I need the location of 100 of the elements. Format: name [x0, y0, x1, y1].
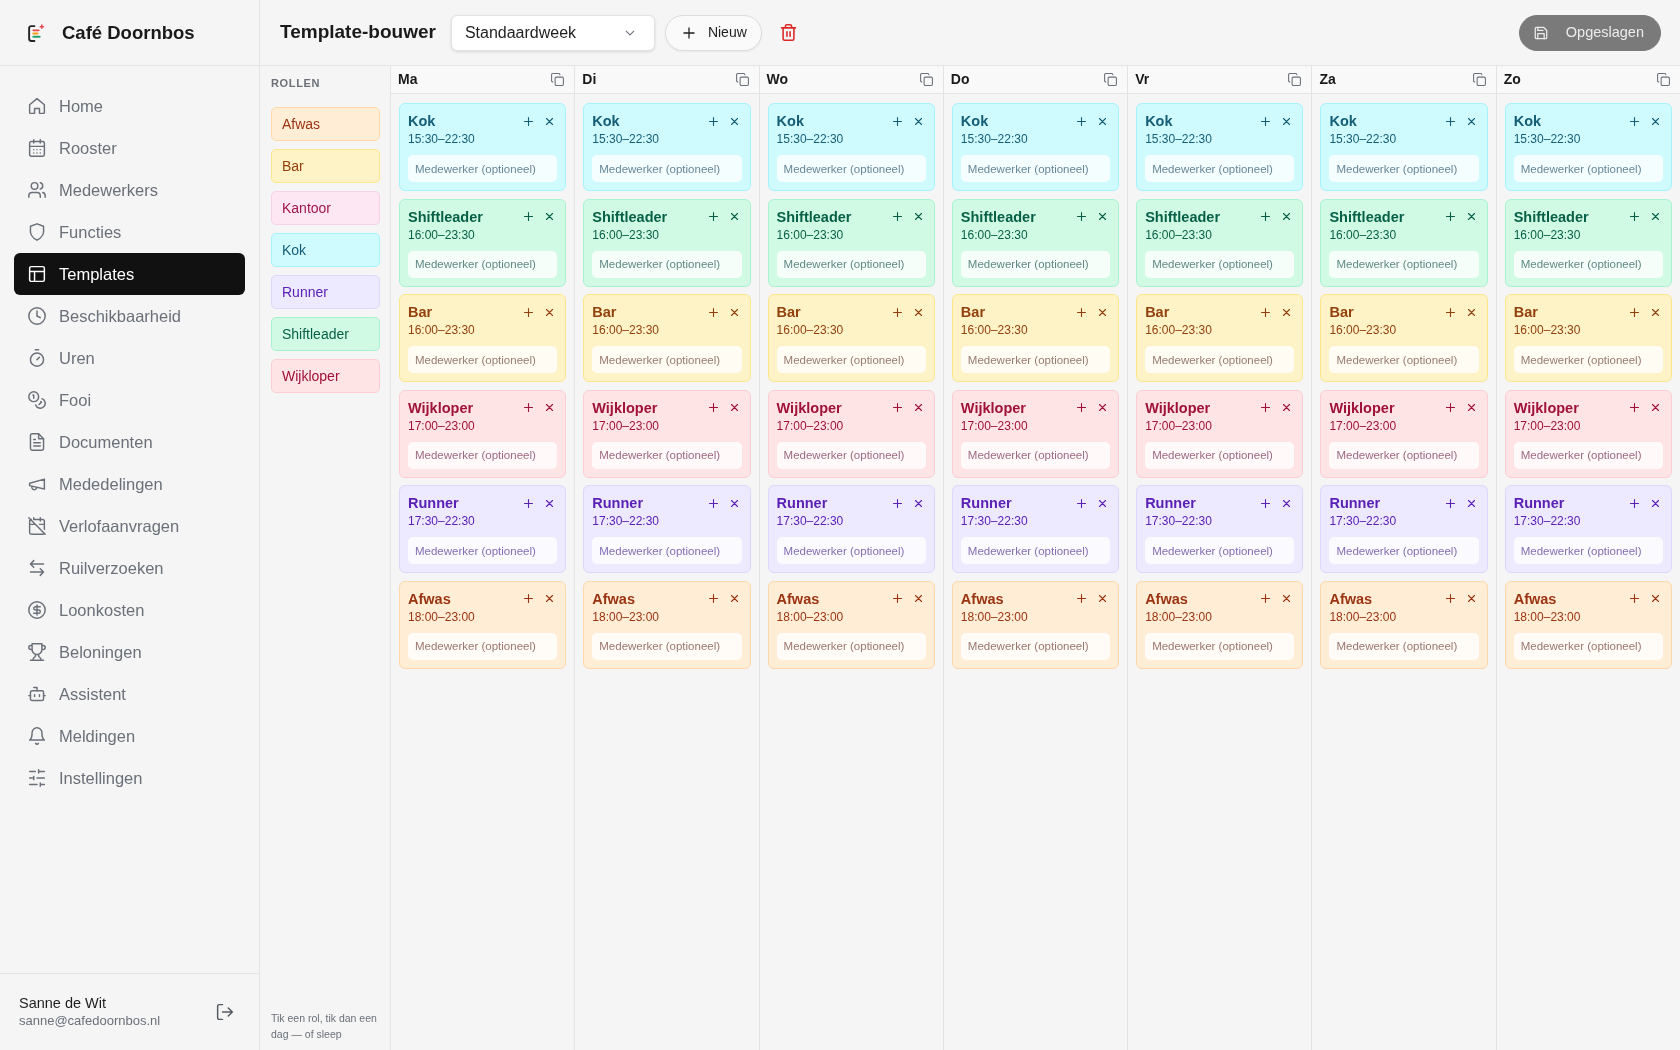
- sidebar-item[interactable]: Mededelingen: [14, 463, 245, 505]
- employee-field[interactable]: Medewerker (optioneel): [776, 441, 926, 469]
- role-chip[interactable]: Kok: [271, 233, 380, 267]
- employee-field[interactable]: Medewerker (optioneel): [592, 155, 742, 182]
- employee-field[interactable]: Medewerker (optioneel): [592, 632, 742, 660]
- new-button[interactable]: Nieuw: [664, 14, 762, 51]
- sidebar-item[interactable]: Uren: [14, 337, 245, 379]
- shift-card[interactable]: Wijkloper 17:00–23:00 Medewerker (optioneel): [1136, 389, 1304, 478]
- shift-card[interactable]: Wijkloper 17:00–23:00 Medewerker (optioneel): [399, 389, 567, 478]
- plus-icon[interactable]: [1628, 402, 1640, 414]
- employee-field[interactable]: Medewerker (optioneel): [776, 346, 926, 374]
- role-chip[interactable]: Wijkloper: [271, 359, 380, 393]
- employee-field[interactable]: Medewerker (optioneel): [1329, 441, 1479, 469]
- shift-card[interactable]: Runner 17:30–22:30 Medewerker (optioneel): [399, 485, 567, 574]
- employee-field[interactable]: Medewerker (optioneel): [592, 441, 742, 469]
- close-icon[interactable]: [728, 306, 740, 318]
- shift-card[interactable]: Bar 16:00–23:30 Medewerker (optioneel): [1136, 294, 1304, 383]
- employee-field[interactable]: Medewerker (optioneel): [1329, 537, 1479, 565]
- shift-card[interactable]: Kok 15:30–22:30 Medewerker (optioneel): [951, 103, 1120, 191]
- employee-field[interactable]: Medewerker (optioneel): [1513, 537, 1663, 565]
- employee-field[interactable]: Medewerker (optioneel): [592, 346, 742, 374]
- close-icon[interactable]: [1281, 115, 1293, 127]
- employee-field[interactable]: Medewerker (optioneel): [776, 155, 926, 182]
- plus-icon[interactable]: [523, 211, 535, 223]
- employee-field[interactable]: Medewerker (optioneel): [960, 346, 1111, 374]
- close-icon[interactable]: [544, 211, 556, 223]
- plus-icon[interactable]: [1260, 115, 1272, 127]
- shift-card[interactable]: Shiftleader 16:00–23:30 Medewerker (optioneel): [583, 198, 751, 287]
- sidebar-item[interactable]: Meldingen: [14, 715, 245, 757]
- plus-icon[interactable]: [1260, 211, 1272, 223]
- plus-icon[interactable]: [1444, 211, 1456, 223]
- employee-field[interactable]: Medewerker (optioneel): [960, 155, 1111, 182]
- plus-icon[interactable]: [891, 211, 903, 223]
- plus-icon[interactable]: [891, 497, 903, 509]
- sidebar-item[interactable]: Ruilverzoeken: [14, 547, 245, 589]
- employee-field[interactable]: Medewerker (optioneel): [1513, 632, 1663, 660]
- close-icon[interactable]: [728, 497, 740, 509]
- logout-icon[interactable]: [216, 1003, 234, 1021]
- shift-card[interactable]: Wijkloper 17:00–23:00 Medewerker (optioneel): [767, 389, 935, 478]
- shift-card[interactable]: Bar 16:00–23:30 Medewerker (optioneel): [767, 294, 935, 383]
- employee-field[interactable]: Medewerker (optioneel): [960, 632, 1111, 660]
- employee-field[interactable]: Medewerker (optioneel): [960, 441, 1111, 469]
- employee-field[interactable]: Medewerker (optioneel): [1145, 441, 1295, 469]
- plus-icon[interactable]: [523, 306, 535, 318]
- shift-card[interactable]: Runner 17:30–22:30 Medewerker (optioneel): [1320, 485, 1488, 574]
- close-icon[interactable]: [728, 402, 740, 414]
- shift-card[interactable]: Kok 15:30–22:30 Medewerker (optioneel): [399, 103, 567, 191]
- plus-icon[interactable]: [891, 306, 903, 318]
- sidebar-item[interactable]: Medewerkers: [14, 169, 245, 211]
- copy-icon[interactable]: [735, 73, 749, 86]
- shift-card[interactable]: Wijkloper 17:00–23:00 Medewerker (optioneel): [1320, 389, 1488, 478]
- plus-icon[interactable]: [1444, 306, 1456, 318]
- shift-card[interactable]: Runner 17:30–22:30 Medewerker (optioneel): [1504, 485, 1672, 574]
- plus-icon[interactable]: [1260, 497, 1272, 509]
- shift-card[interactable]: Wijkloper 17:00–23:00 Medewerker (optioneel): [1504, 389, 1672, 478]
- shift-card[interactable]: Bar 16:00–23:30 Medewerker (optioneel): [1504, 294, 1672, 383]
- plus-icon[interactable]: [1260, 593, 1272, 605]
- employee-field[interactable]: Medewerker (optioneel): [408, 346, 558, 374]
- employee-field[interactable]: Medewerker (optioneel): [1513, 346, 1663, 374]
- role-chip[interactable]: Kantoor: [271, 191, 380, 225]
- employee-field[interactable]: Medewerker (optioneel): [408, 441, 558, 469]
- plus-icon[interactable]: [1076, 497, 1088, 509]
- employee-field[interactable]: Medewerker (optioneel): [1513, 155, 1663, 182]
- close-icon[interactable]: [1281, 593, 1293, 605]
- sidebar-item[interactable]: Beloningen: [14, 631, 245, 673]
- employee-field[interactable]: Medewerker (optioneel): [408, 250, 558, 278]
- copy-icon[interactable]: [919, 73, 933, 86]
- plus-icon[interactable]: [707, 593, 719, 605]
- sidebar-item[interactable]: Instellingen: [14, 757, 245, 799]
- plus-icon[interactable]: [1076, 593, 1088, 605]
- plus-icon[interactable]: [1076, 115, 1088, 127]
- close-icon[interactable]: [728, 593, 740, 605]
- employee-field[interactable]: Medewerker (optioneel): [1329, 155, 1479, 182]
- employee-field[interactable]: Medewerker (optioneel): [592, 250, 742, 278]
- plus-icon[interactable]: [707, 402, 719, 414]
- shift-card[interactable]: Bar 16:00–23:30 Medewerker (optioneel): [399, 294, 567, 383]
- shift-card[interactable]: Kok 15:30–22:30 Medewerker (optioneel): [1136, 103, 1304, 191]
- close-icon[interactable]: [1649, 211, 1661, 223]
- close-icon[interactable]: [1281, 402, 1293, 414]
- shift-card[interactable]: Kok 15:30–22:30 Medewerker (optioneel): [767, 103, 935, 191]
- employee-field[interactable]: Medewerker (optioneel): [1145, 346, 1295, 374]
- close-icon[interactable]: [544, 497, 556, 509]
- close-icon[interactable]: [1465, 497, 1477, 509]
- trash-icon[interactable]: [779, 24, 797, 41]
- close-icon[interactable]: [728, 211, 740, 223]
- sidebar-item[interactable]: Assistent: [14, 673, 245, 715]
- close-icon[interactable]: [912, 402, 924, 414]
- close-icon[interactable]: [544, 115, 556, 127]
- close-icon[interactable]: [1649, 115, 1661, 127]
- plus-icon[interactable]: [891, 115, 903, 127]
- plus-icon[interactable]: [523, 115, 535, 127]
- shift-card[interactable]: Runner 17:30–22:30 Medewerker (optioneel): [767, 485, 935, 574]
- employee-field[interactable]: Medewerker (optioneel): [1145, 155, 1295, 182]
- role-chip[interactable]: Bar: [271, 149, 380, 183]
- close-icon[interactable]: [912, 593, 924, 605]
- shift-card[interactable]: Bar 16:00–23:30 Medewerker (optioneel): [951, 294, 1120, 383]
- employee-field[interactable]: Medewerker (optioneel): [1329, 346, 1479, 374]
- plus-icon[interactable]: [1628, 115, 1640, 127]
- employee-field[interactable]: Medewerker (optioneel): [1145, 537, 1295, 565]
- plus-icon[interactable]: [891, 402, 903, 414]
